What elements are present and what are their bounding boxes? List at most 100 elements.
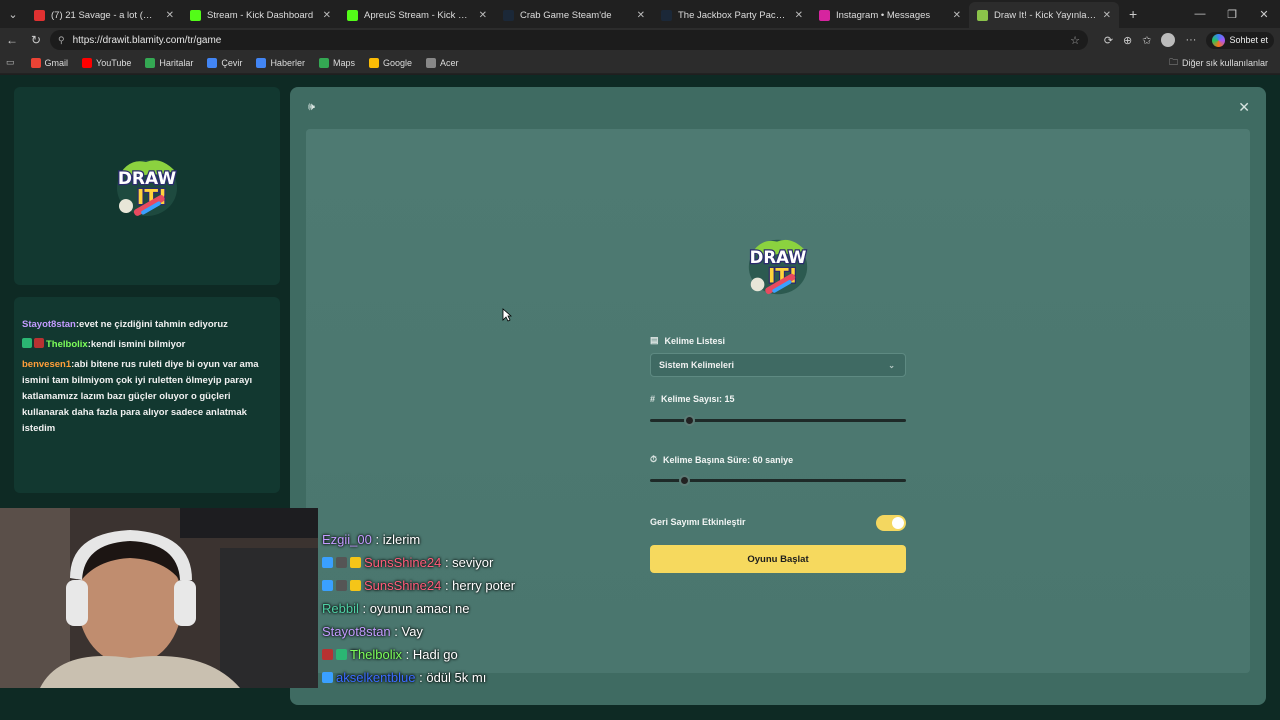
stream-chat-overlay: Ezgii_00 : izlerim SunsShine24 : seviyor S… [322,528,622,689]
tab-1[interactable]: (7) 21 Savage - a lot (Official Video) ✕ [26,2,182,28]
badge-icon [350,557,361,568]
bookmark-haritalar[interactable]: Haritalar [145,57,194,68]
time-label-row: ⏱ Kelime Başına Süre: 60 saniye [650,454,793,465]
word-list-value: Sistem Kelimeleri [659,360,735,370]
close-window-icon[interactable]: ✕ [1248,0,1280,28]
minimize-icon[interactable]: — [1184,0,1216,28]
overlay-text: : izlerim [371,532,421,547]
chat-username[interactable]: benvesen1 [22,359,71,370]
tab-title: Crab Game Steam'de [520,9,612,21]
word-count-slider[interactable] [650,415,906,427]
badge-icon [34,338,44,348]
hash-icon: # [650,394,656,404]
bookmark-haberler[interactable]: Haberler [256,57,305,68]
bookmark-acer[interactable]: Acer [426,57,459,68]
tab-close-icon[interactable]: ✕ [953,10,961,21]
chat-message: Stayot8stan:evet ne çizdiğini tahmin edi… [22,317,272,333]
overlay-username: akselkentblue [336,670,416,685]
tab-2[interactable]: Stream - Kick Dashboard ✕ [182,2,339,28]
tab-close-icon[interactable]: ✕ [166,10,174,21]
bookmark-gmail[interactable]: Gmail [30,57,68,68]
overlay-chat-message: SunsShine24 : seviyor [322,551,622,574]
chat-messages: Stayot8stan:evet ne çizdiğini tahmin edi… [22,317,272,437]
document-icon: ▤ [650,335,659,345]
new-tab-button[interactable]: + [1129,6,1137,22]
bookmark-label: Haritalar [159,57,194,68]
tab-title: ApreuS Stream - Kick Dashboard [364,9,473,21]
countdown-toggle[interactable] [876,515,906,531]
address-bar[interactable]: ⚲ https://drawit.blamity.com/tr/game ☆ [50,30,1088,50]
bookmark-youtube[interactable]: YouTube [82,57,131,68]
tab-4[interactable]: Crab Game Steam'de ✕ [495,2,653,28]
word-count-label-row: # Kelime Sayısı: 15 [650,394,735,404]
chat-username[interactable]: Stayot8stan [22,319,76,330]
time-slider[interactable] [650,475,906,487]
tab-7[interactable]: Draw It! - Kick Yayınları İçin Çi ✕ [969,2,1119,28]
collections-icon[interactable]: ⊕ [1123,34,1132,47]
badge-icon [350,580,361,591]
tab-favicon-icon [661,9,672,21]
slider-thumb[interactable] [679,475,691,486]
folder-icon: 🗀 [1168,57,1178,67]
tab-3[interactable]: ApreuS Stream - Kick Dashboard ✕ [339,2,495,28]
tab-5[interactable]: The Jackbox Party Pack Steam'de ✕ [653,2,811,28]
back-icon[interactable]: ← [0,28,24,52]
copilot-button[interactable]: Sohbet et [1206,31,1274,49]
reload-icon[interactable]: ↻ [24,28,48,52]
countdown-toggle-row: Geri Sayımı Etkinleştir [650,515,906,531]
overlay-text: : ödül 5k mı [415,670,487,685]
badge-icon [322,557,333,568]
favorites-icon[interactable]: ✩ [1142,34,1151,47]
more-menu-icon[interactable]: ··· [1185,34,1196,46]
profile-avatar[interactable] [1161,33,1176,47]
word-list-select[interactable]: Sistem Kelimeleri ⌄ [650,353,906,377]
tab-close-icon[interactable]: ✕ [479,10,487,21]
tab-title: Stream - Kick Dashboard [207,9,314,21]
bookmark-maps[interactable]: Maps [318,57,355,68]
bookmark-list: Gmail YouTube Haritalar Çevir Haberler Maps Go… [30,57,473,68]
timer-icon: ⏱ [650,454,658,464]
time-label: Kelime Başına Süre: 60 saniye [663,454,794,465]
webcam-feed [0,508,318,688]
overlay-username: SunsShine24 [364,578,442,593]
bookmark-favicon-icon [368,57,379,68]
overlay-text: : oyunun amacı ne [358,601,470,616]
extensions-icon[interactable]: ⟳ [1104,34,1113,47]
tab-6[interactable]: Instagram • Messages ✕ [811,2,969,28]
bookmark-google[interactable]: Google [368,57,412,68]
other-bookmarks[interactable]: 🗀 Diğer sık kullanılanlar [1169,52,1268,74]
tab-list-button[interactable]: ⌄ [0,0,26,28]
chat-message: benvesen1:abi bitene rus ruleti diye bi … [22,357,272,437]
bookmark-favicon-icon [30,57,41,68]
bookmark-label: Çevir [221,57,243,68]
sidebar-toggle-icon[interactable]: ▭ [6,57,15,68]
chat-username[interactable]: Thelbolix [46,339,88,350]
overlay-username: Stayot8stan [322,624,391,639]
close-icon[interactable]: ✕ [1238,99,1250,116]
tab-close-icon[interactable]: ✕ [637,10,645,21]
bookmark-favicon-icon [318,57,329,68]
tab-favicon-icon [347,9,358,21]
chat-message: Thelbolix:kendi ismini bilmiyor [22,337,272,353]
restore-icon[interactable]: ❐ [1216,0,1248,28]
badge-icon [322,649,333,660]
bookmark-çevir[interactable]: Çevir [207,57,243,68]
slider-thumb[interactable] [684,415,696,426]
sound-icon[interactable]: 🕪 [308,101,315,114]
tab-favicon-icon [819,9,830,21]
window-controls: — ❐ ✕ [1184,0,1280,28]
site-info-icon[interactable]: ⚲ [58,35,65,46]
overlay-chat-message: akselkentblue : ödül 5k mı [322,666,622,689]
tab-close-icon[interactable]: ✕ [323,10,331,21]
bookmarks-bar: ▭ Gmail YouTube Haritalar Çevir Haberler Maps… [0,52,1280,74]
overlay-messages: Ezgii_00 : izlerim SunsShine24 : seviyor S… [322,528,622,689]
overlay-chat-message: Rebbil : oyunun amacı ne [322,597,622,620]
start-game-button[interactable]: Oyunu Başlat [650,545,906,573]
url-text: https://drawit.blamity.com/tr/game [72,34,222,46]
mouse-cursor-icon [502,308,512,322]
tab-close-icon[interactable]: ✕ [795,10,803,21]
tab-close-icon[interactable]: ✕ [1103,10,1111,21]
toolbar-right: ⟳ ⊕ ✩ ··· Sohbet et [1104,28,1274,52]
favorite-star-icon[interactable]: ☆ [1070,34,1080,47]
tab-favicon-icon [503,9,514,21]
